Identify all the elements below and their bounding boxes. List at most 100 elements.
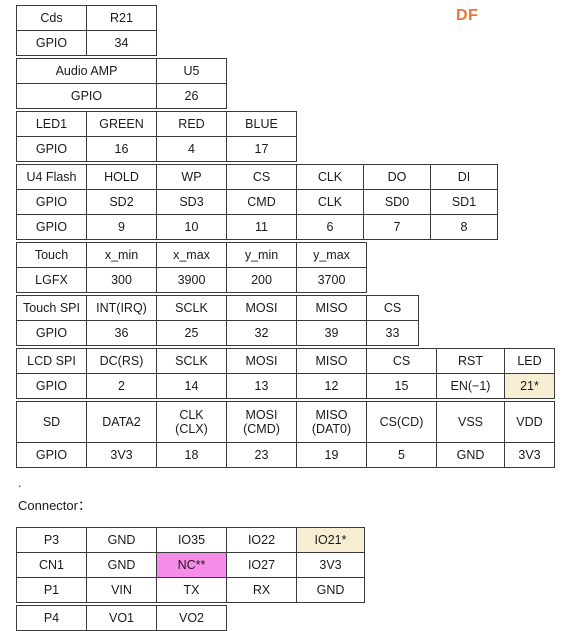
table-row: LGFX 300 3900 200 3700 [16, 267, 367, 293]
table-cell: 32 [226, 320, 297, 346]
table-cell: LGFX [16, 267, 87, 293]
table-row: GPIO 2 14 13 12 15 EN(−1) 21* [16, 373, 555, 399]
table-cell: Audio AMP [16, 58, 157, 84]
table-cell: 4 [156, 136, 227, 162]
table-cell: U4 Flash [16, 164, 87, 190]
table-cell: 16 [86, 136, 157, 162]
table-cell: 13 [226, 373, 297, 399]
led1-table: LED1 GREEN RED BLUE GPIO 16 4 17 [16, 111, 297, 162]
table-cell: 3700 [296, 267, 367, 293]
table-cell: MOSI [226, 348, 297, 374]
table-cell: 39 [296, 320, 367, 346]
table-cell: 18 [156, 442, 227, 468]
touch-table: Touch x_min x_max y_min y_max LGFX 300 3900 200 3… [16, 242, 367, 293]
table-row: GPIO 9 10 11 6 7 8 [16, 214, 498, 240]
table-cell: DO [363, 164, 431, 190]
table-row: LED1 GREEN RED BLUE [16, 111, 297, 137]
table-cell: HOLD [86, 164, 157, 190]
table-row: GPIO 3V3 18 23 19 5 GND 3V3 [16, 442, 555, 468]
table-cell: 12 [296, 373, 367, 399]
connector-table: P3 GND IO35 IO22 IO21* CN1 GND NC** IO27 3V3 P1 VIN… [16, 527, 365, 603]
table-row: GPIO SD2 SD3 CMD CLK SD0 SD1 [16, 189, 498, 215]
table-cell: IO27 [226, 552, 297, 578]
table-cell: CMD [226, 189, 297, 215]
table-row: LCD SPI DC(RS) SCLK MOSI MISO CS RST LED [16, 348, 555, 374]
table-cell: y_min [226, 242, 297, 268]
table-cell: VDD [504, 401, 555, 443]
table-cell: RST [436, 348, 505, 374]
table-row: P3 GND IO35 IO22 IO21* [16, 527, 365, 553]
table-cell: U5 [156, 58, 227, 84]
table-cell: GPIO [16, 83, 157, 109]
table-cell: 19 [296, 442, 367, 468]
table-cell: GND [436, 442, 505, 468]
connector-gap [16, 514, 561, 527]
table-cell: DATA2 [86, 401, 157, 443]
stray-period: . [18, 476, 22, 490]
table-row: Touch x_min x_max y_min y_max [16, 242, 367, 268]
table-row: P1 VIN TX RX GND [16, 577, 365, 603]
lcd-spi-table: LCD SPI DC(RS) SCLK MOSI MISO CS RST LED GPIO 2 14… [16, 348, 555, 399]
table-cell: CS [366, 295, 419, 321]
table-cell: RED [156, 111, 227, 137]
audio-amp-table: Audio AMP U5 GPIO 26 [16, 58, 227, 109]
table-row: GPIO 36 25 32 39 33 [16, 320, 419, 346]
table-cell: SD2 [86, 189, 157, 215]
connector-tables-group: P3 GND IO35 IO22 IO21* CN1 GND NC** IO27 3V3 P1 VIN… [16, 527, 561, 631]
table-cell: 21* [504, 373, 555, 399]
table-cell: R21 [86, 5, 157, 31]
table-cell: SCLK [156, 295, 227, 321]
cds-table: Cds R21 GPIO 34 [16, 5, 157, 56]
table-cell: 3V3 [296, 552, 365, 578]
table-cell: CS [366, 348, 437, 374]
table-row: U4 Flash HOLD WP CS CLK DO DI [16, 164, 498, 190]
connector-heading: Connector： [18, 498, 91, 513]
table-cell: SD1 [430, 189, 498, 215]
table-cell: LED1 [16, 111, 87, 137]
table-cell: 9 [86, 214, 157, 240]
table-cell: GPIO [16, 320, 87, 346]
table-cell: 200 [226, 267, 297, 293]
table-cell: 14 [156, 373, 227, 399]
table-cell: GND [86, 552, 157, 578]
table-cell: CLK [296, 189, 364, 215]
table-cell: P1 [16, 577, 87, 603]
table-cell: SD [16, 401, 87, 443]
table-row: GPIO 26 [16, 83, 227, 109]
table-cell: SD0 [363, 189, 431, 215]
table-cell: CN1 [16, 552, 87, 578]
table-cell: GREEN [86, 111, 157, 137]
table-cell: MOSI [226, 295, 297, 321]
touch-spi-table: Touch SPI INT(IRQ) SCLK MOSI MISO CS GPIO 36 25 3… [16, 295, 419, 346]
table-cell: Touch [16, 242, 87, 268]
table-row: GPIO 16 4 17 [16, 136, 297, 162]
u4-flash-table: U4 Flash HOLD WP CS CLK DO DI GPIO SD2 SD3 CMD CLK S… [16, 164, 498, 240]
table-cell: 26 [156, 83, 227, 109]
table-cell: 34 [86, 30, 157, 56]
table-cell: CS [226, 164, 297, 190]
table-cell: 5 [366, 442, 437, 468]
table-cell: MISO (DAT0) [296, 401, 367, 443]
table-row: P4 VO1 VO2 [16, 605, 227, 631]
table-cell: MISO [296, 295, 367, 321]
table-cell: x_max [156, 242, 227, 268]
table-cell: GPIO [16, 30, 87, 56]
table-cell: CS(CD) [366, 401, 437, 443]
table-cell: DC(RS) [86, 348, 157, 374]
table-cell: GPIO [16, 442, 87, 468]
table-cell: GPIO [16, 214, 87, 240]
table-cell: 3V3 [86, 442, 157, 468]
table-cell: P3 [16, 527, 87, 553]
table-cell: Cds [16, 5, 87, 31]
table-cell: GPIO [16, 189, 87, 215]
table-row: Touch SPI INT(IRQ) SCLK MOSI MISO CS [16, 295, 419, 321]
table-cell: P4 [16, 605, 87, 631]
table-cell: 300 [86, 267, 157, 293]
table-cell: IO35 [156, 527, 227, 553]
pinout-tables-group: Cds R21 GPIO 34 Audio AMP U5 GPIO 26 LED1 GREEN RE… [16, 5, 561, 468]
table-cell: TX [156, 577, 227, 603]
table-cell: INT(IRQ) [86, 295, 157, 321]
table-cell: RX [226, 577, 297, 603]
table-cell: y_max [296, 242, 367, 268]
table-cell: 23 [226, 442, 297, 468]
